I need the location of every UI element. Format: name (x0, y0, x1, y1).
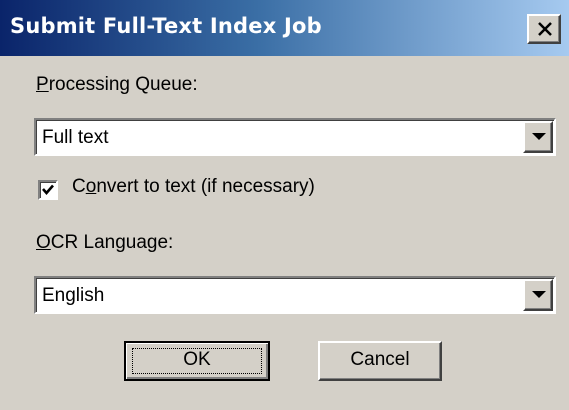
ocr-language-dropdown-button[interactable] (523, 279, 553, 311)
ocr-language-mnemonic: O (36, 232, 51, 253)
processing-queue-label-text: rocessing Queue: (48, 74, 198, 95)
ocr-language-value: English (42, 285, 105, 306)
cancel-button[interactable]: Cancel (318, 341, 442, 381)
convert-label-first: C (72, 176, 86, 197)
convert-to-text-checkbox[interactable] (38, 180, 58, 200)
processing-queue-select[interactable]: Full text (34, 118, 556, 156)
processing-queue-dropdown-button[interactable] (523, 121, 553, 153)
processing-queue-label: Processing Queue: (36, 74, 198, 96)
convert-to-text-label[interactable]: Convert to text (if necessary) (72, 176, 315, 198)
chevron-down-icon (532, 291, 546, 298)
chevron-down-icon (532, 133, 546, 140)
dialog-title: Submit Full-Text Index Job (10, 14, 322, 38)
ocr-language-label: OCR Language: (36, 232, 173, 254)
close-icon (538, 22, 552, 36)
processing-queue-value: Full text (42, 127, 109, 148)
convert-label-text: nvert to text (if necessary) (96, 176, 315, 197)
checkmark-icon (42, 184, 54, 195)
close-button[interactable] (527, 14, 561, 44)
cancel-button-label: Cancel (350, 349, 410, 370)
ok-button-label: OK (183, 349, 211, 370)
title-bar[interactable]: Submit Full-Text Index Job (0, 0, 569, 56)
ocr-language-select[interactable]: English (34, 276, 556, 314)
ok-button[interactable]: OK (124, 341, 270, 381)
convert-label-mnemonic: o (85, 176, 97, 197)
ocr-language-label-text: CR Language: (50, 232, 174, 253)
submit-index-dialog: Submit Full-Text Index Job Processing Qu… (0, 0, 569, 410)
processing-queue-mnemonic: P (36, 74, 49, 95)
